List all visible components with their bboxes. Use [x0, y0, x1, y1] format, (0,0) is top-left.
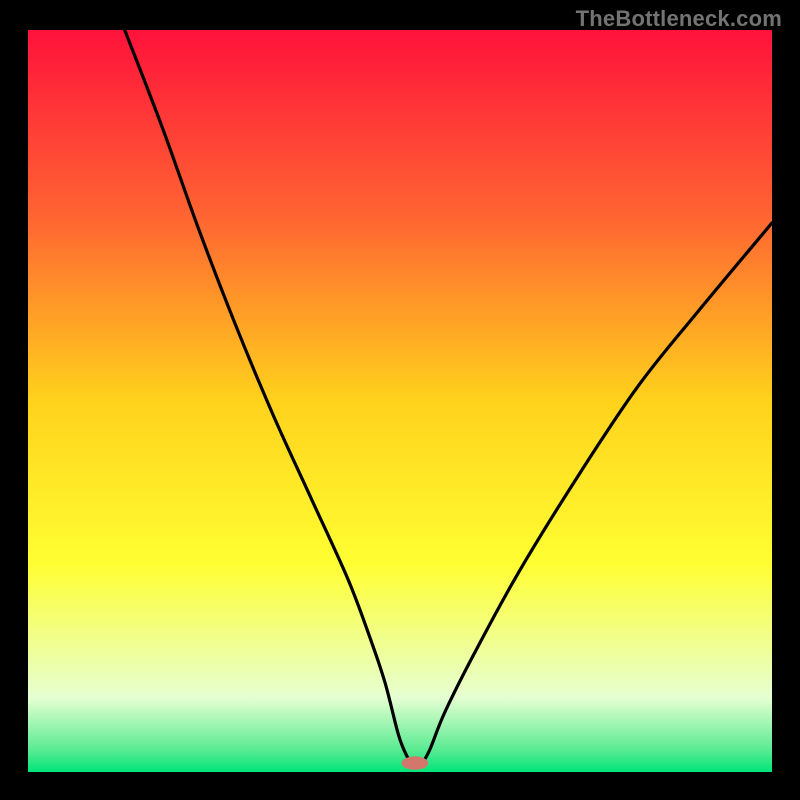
plot-area — [28, 30, 772, 772]
gradient-background — [28, 30, 772, 772]
optimal-point-marker — [401, 756, 428, 769]
bottleneck-chart — [28, 30, 772, 772]
watermark-text: TheBottleneck.com — [576, 6, 782, 32]
chart-container: TheBottleneck.com — [0, 0, 800, 800]
